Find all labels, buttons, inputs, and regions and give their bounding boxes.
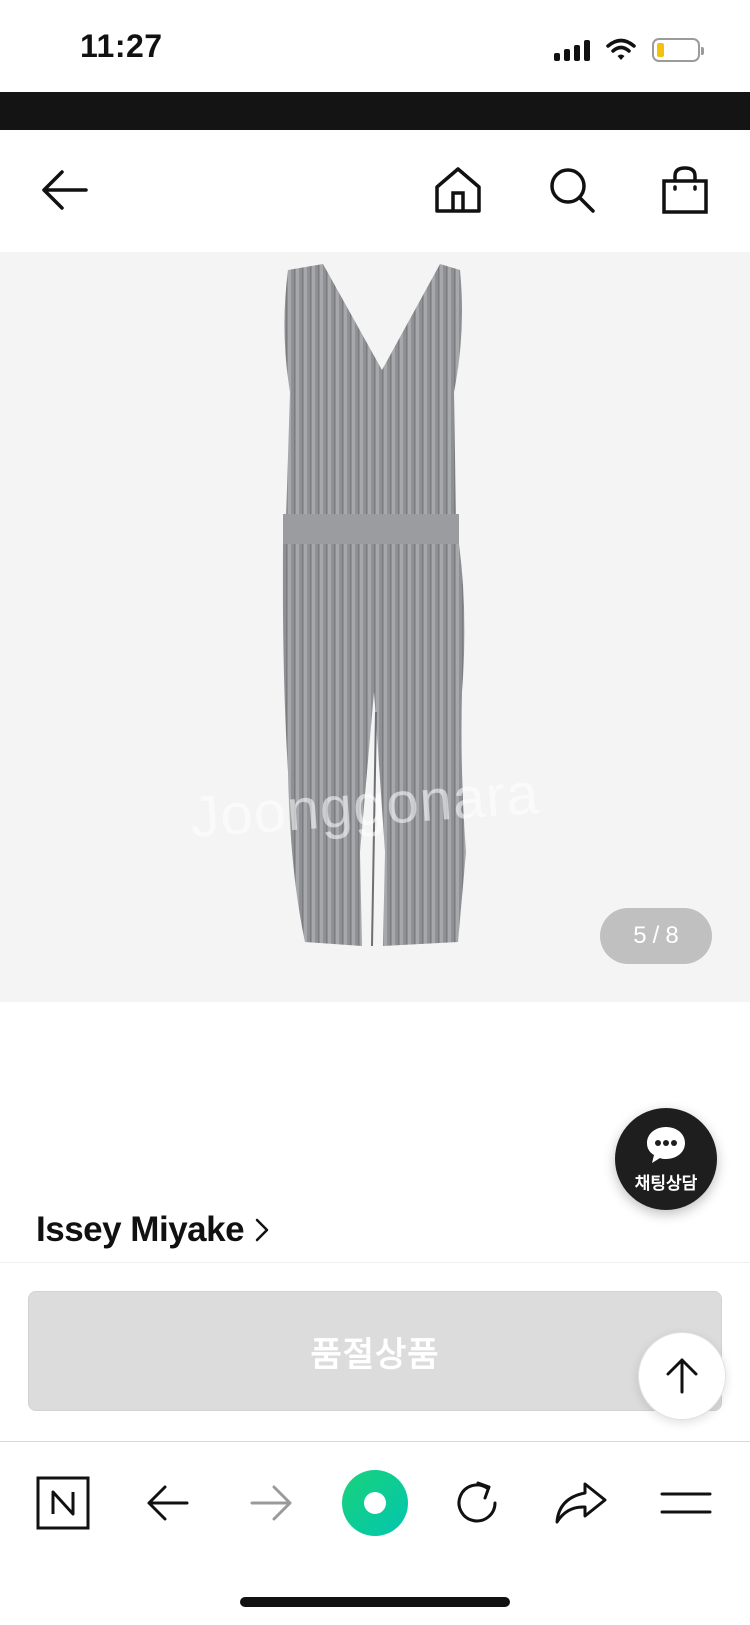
menu-icon bbox=[660, 1492, 712, 1514]
back-button[interactable] bbox=[34, 160, 94, 220]
browser-toolbar bbox=[0, 1441, 750, 1561]
forward-icon bbox=[250, 1485, 292, 1521]
arrow-up-icon bbox=[666, 1358, 698, 1394]
naver-button[interactable] bbox=[28, 1468, 98, 1538]
header-band bbox=[0, 92, 750, 130]
brand-name: Issey Miyake bbox=[36, 1210, 245, 1249]
purchase-panel: 품절상품 bbox=[0, 1262, 750, 1440]
total-pages: 8 bbox=[665, 922, 679, 949]
cart-button[interactable] bbox=[655, 160, 715, 220]
browser-forward-button[interactable] bbox=[237, 1468, 307, 1538]
soldout-button: 품절상품 bbox=[28, 1291, 722, 1411]
wifi-icon bbox=[606, 38, 636, 60]
image-page-indicator: 5 / 8 bbox=[600, 908, 712, 964]
status-bar: 11:27 bbox=[0, 0, 750, 92]
product-image bbox=[282, 264, 466, 947]
search-icon bbox=[550, 168, 595, 213]
chat-consultation-button[interactable]: 채팅상담 bbox=[615, 1108, 717, 1210]
search-button[interactable] bbox=[542, 160, 602, 220]
refresh-icon bbox=[457, 1481, 497, 1523]
shopping-bag-icon bbox=[662, 166, 708, 214]
chevron-right-icon bbox=[255, 1218, 269, 1242]
brand-link[interactable]: Issey Miyake bbox=[36, 1208, 270, 1252]
status-icons bbox=[554, 36, 704, 64]
product-gallery[interactable]: Joonggonara 5 / 8 bbox=[0, 252, 750, 1002]
back-arrow-icon bbox=[42, 170, 88, 210]
share-icon bbox=[555, 1482, 607, 1524]
share-button[interactable] bbox=[546, 1468, 616, 1538]
battery-low-icon bbox=[652, 38, 704, 62]
green-home-button[interactable] bbox=[340, 1468, 410, 1538]
chat-bubble-icon bbox=[647, 1126, 685, 1163]
green-home-dot-icon bbox=[342, 1470, 408, 1536]
status-time: 11:27 bbox=[80, 28, 163, 64]
scroll-to-top-button[interactable] bbox=[638, 1332, 726, 1420]
refresh-button[interactable] bbox=[442, 1468, 512, 1538]
naver-n-icon bbox=[36, 1476, 90, 1530]
browser-back-button[interactable] bbox=[132, 1468, 202, 1538]
current-page: 5 bbox=[633, 922, 647, 949]
menu-button[interactable] bbox=[651, 1468, 721, 1538]
top-navigation bbox=[0, 130, 750, 252]
page-separator: / bbox=[652, 922, 660, 949]
home-indicator bbox=[240, 1597, 510, 1607]
home-button[interactable] bbox=[428, 160, 488, 220]
home-icon bbox=[435, 167, 481, 213]
chat-label: 채팅상담 bbox=[634, 1173, 698, 1193]
back-icon bbox=[147, 1485, 189, 1521]
cellular-signal-icon bbox=[554, 39, 590, 61]
